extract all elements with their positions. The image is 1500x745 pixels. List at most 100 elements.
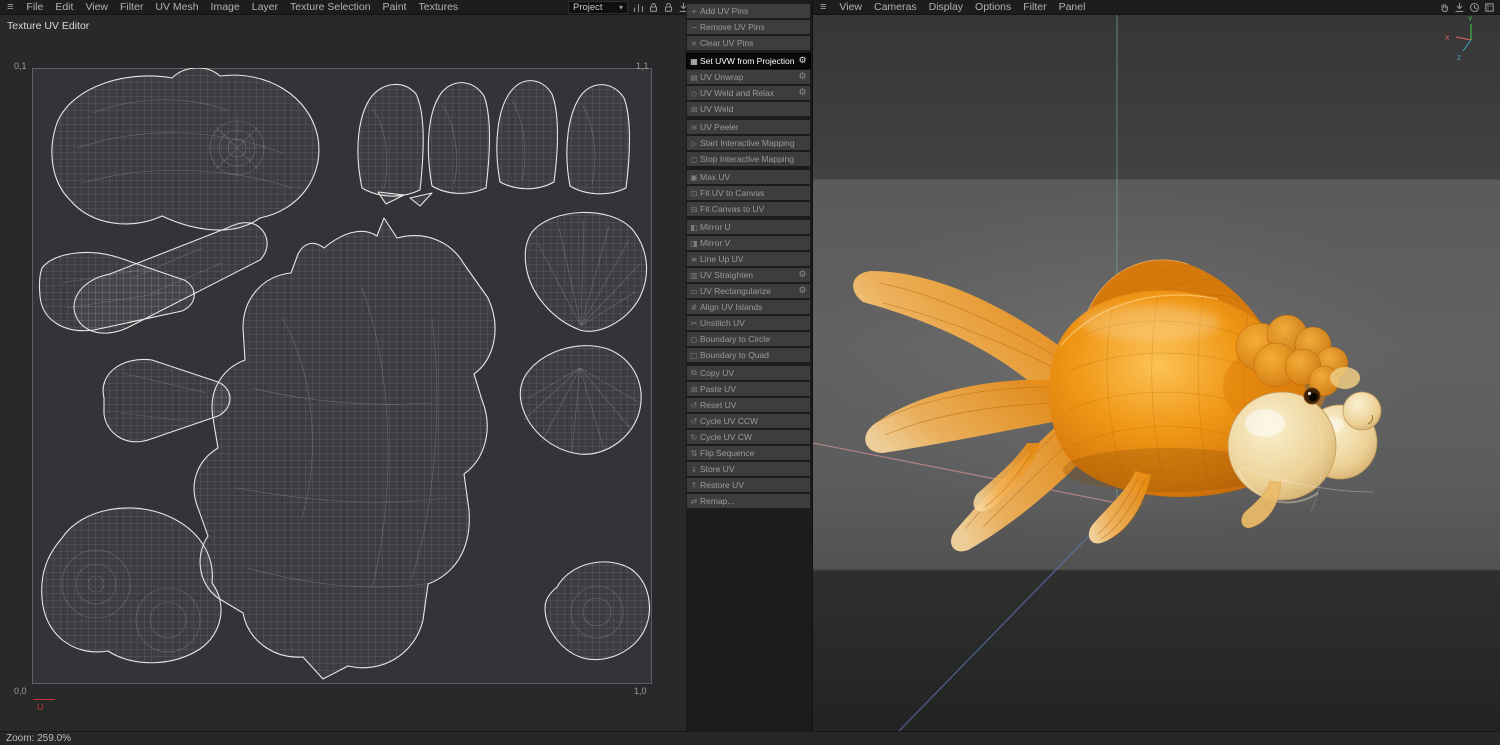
axis-z-line <box>898 506 1118 731</box>
viewport-menu-item[interactable]: View <box>833 0 868 15</box>
bar-chart-icon[interactable] <box>633 2 644 13</box>
tool-item[interactable]: + Add UV Pins <box>687 4 810 18</box>
download-icon[interactable] <box>1454 2 1465 13</box>
viewport-menu-icon[interactable]: ≡ <box>813 0 833 15</box>
tool-item-label: UV Weld <box>700 104 734 114</box>
tool-icon: ⇅ <box>690 448 698 458</box>
gear-icon[interactable] <box>797 270 808 280</box>
menu-item[interactable]: Paint <box>377 0 413 15</box>
tool-item[interactable]: ◧ Mirror U <box>687 220 810 234</box>
tool-item-label: Unstitch UV <box>700 318 745 328</box>
tool-item[interactable]: ↑ Restore UV <box>687 478 810 492</box>
viewport-menu-item[interactable]: Cameras <box>868 0 923 15</box>
menu-item[interactable]: Image <box>205 0 246 15</box>
menu-item[interactable]: Texture Selection <box>284 0 377 15</box>
tool-item[interactable]: ◨ Mirror V <box>687 236 810 250</box>
tool-item[interactable]: ↺ Reset UV <box>687 398 810 412</box>
menu-item[interactable]: Filter <box>114 0 149 15</box>
tool-item[interactable]: ↺ Cycle UV CCW <box>687 414 810 428</box>
menu-item[interactable]: UV Mesh <box>149 0 204 15</box>
tool-item-label: Clear UV Pins <box>700 38 754 48</box>
tool-icon: + <box>690 6 698 16</box>
menu-item[interactable]: Textures <box>412 0 464 15</box>
tool-icon: ◧ <box>690 222 698 232</box>
tool-item[interactable]: ▥ UV Straighten <box>687 268 810 282</box>
tool-item[interactable]: ▦ Set UVW from Projection <box>686 53 811 69</box>
tool-item-label: Set UVW from Projection <box>700 56 795 66</box>
tool-item-label: UV Peeler <box>700 122 739 132</box>
tool-item-label: Add UV Pins <box>700 6 749 16</box>
gear-icon[interactable] <box>797 286 808 296</box>
uv-corner-label-bottom-right: 1,0 <box>634 686 647 696</box>
tool-icon: # <box>690 302 698 312</box>
menu-item[interactable]: View <box>79 0 114 15</box>
tool-item-label: Copy UV <box>700 368 735 378</box>
viewport-3d[interactable]: Y X Z <box>813 15 1500 731</box>
main-menus: File Edit View Filter UV Mesh Image Laye… <box>20 0 464 15</box>
tool-item[interactable]: ▭ UV Rectangularize <box>687 284 810 298</box>
tool-icon: ⊟ <box>690 204 698 214</box>
tool-icon: ▤ <box>690 72 698 82</box>
viewport-menu-item[interactable]: Display <box>923 0 969 15</box>
tool-item[interactable]: ≡ Line Up UV <box>687 252 810 266</box>
gear-icon[interactable] <box>797 56 808 66</box>
uv-corner-label-top-left: 0,1 <box>14 61 27 71</box>
tool-item-label: Flip Sequence <box>700 448 755 458</box>
tool-icon: ↑ <box>690 480 698 490</box>
tool-item[interactable]: ⇄ Remap... <box>687 494 810 508</box>
tool-item[interactable]: ↻ Cycle UV CW <box>687 430 810 444</box>
tool-icon: ⊞ <box>690 104 698 114</box>
uv-islands-canvas[interactable] <box>32 68 652 684</box>
tool-item-label: Cycle UV CCW <box>700 416 759 426</box>
tool-item[interactable]: ▣ Max UV <box>687 170 810 184</box>
viewport-menu-item[interactable]: Filter <box>1017 0 1052 15</box>
menu-item[interactable]: File <box>20 0 49 15</box>
tool-item[interactable]: ⧉ Copy UV <box>687 366 810 380</box>
gear-icon[interactable] <box>797 88 808 98</box>
menu-item[interactable]: Edit <box>49 0 79 15</box>
tool-item[interactable]: ⇅ Flip Sequence <box>687 446 810 460</box>
uv-corner-label-bottom-left: 0,0 <box>14 686 27 696</box>
tool-item[interactable]: ⊡ Fit UV to Canvas <box>687 186 810 200</box>
tool-item[interactable]: × Clear UV Pins <box>687 36 810 50</box>
tool-item[interactable]: □ Boundary to Quad <box>687 348 810 362</box>
viewport-menu-item[interactable]: Panel <box>1053 0 1092 15</box>
texture-uv-editor-panel: Texture UV Editor 0,1 1,1 0,0 1,0 U <box>0 15 686 731</box>
tool-item[interactable]: ▤ UV Unwrap <box>687 70 810 84</box>
tool-item[interactable]: ✂ Unstitch UV <box>687 316 810 330</box>
project-dropdown[interactable]: Project ▾ <box>568 1 628 14</box>
tool-item[interactable]: ⊞ Paste UV <box>687 382 810 396</box>
tool-item[interactable]: ▷ Start Interactive Mapping <box>687 136 810 150</box>
tool-item[interactable]: # Align UV Islands <box>687 300 810 314</box>
tool-icon: × <box>690 38 698 48</box>
lock-open-icon[interactable] <box>663 2 674 13</box>
menu-icon[interactable]: ≡ <box>0 0 20 15</box>
axis-gizmo[interactable]: Y X Z <box>1445 16 1473 62</box>
viewport-menu-item[interactable]: Options <box>969 0 1017 15</box>
tool-item-label: Fit UV to Canvas <box>700 188 765 198</box>
gear-icon[interactable] <box>797 72 808 82</box>
fish-eye <box>1303 387 1321 405</box>
lock-icon[interactable] <box>648 2 659 13</box>
tool-item-label: UV Unwrap <box>700 72 744 82</box>
tool-item[interactable]: ◻ Stop Interactive Mapping <box>687 152 810 166</box>
tool-icon: ↻ <box>690 432 698 442</box>
tool-item[interactable]: ○ Boundary to Circle <box>687 332 810 346</box>
tool-item[interactable]: − Remove UV Pins <box>687 20 810 34</box>
tool-item[interactable]: ≋ UV Peeler <box>687 120 810 134</box>
tool-item[interactable]: ◇ UV Weld and Relax <box>687 86 810 100</box>
tool-item[interactable]: ⊞ UV Weld <box>687 102 810 116</box>
tool-icon: ▷ <box>690 138 698 148</box>
pan-hand-icon[interactable] <box>1439 2 1450 13</box>
tool-icon: ≡ <box>690 254 698 264</box>
tool-item-label: Paste UV <box>700 384 736 394</box>
maximize-frame-icon[interactable] <box>1484 2 1495 13</box>
tool-icon: ↺ <box>690 400 698 410</box>
history-icon[interactable] <box>1469 2 1480 13</box>
u-axis-line <box>33 699 55 700</box>
tool-item[interactable]: ↓ Store UV <box>687 462 810 476</box>
menu-item[interactable]: Layer <box>246 0 284 15</box>
tool-item-label: Store UV <box>700 464 735 474</box>
tool-item[interactable]: ⊟ Fit Canvas to UV <box>687 202 810 216</box>
goldfish-model[interactable] <box>853 259 1382 552</box>
